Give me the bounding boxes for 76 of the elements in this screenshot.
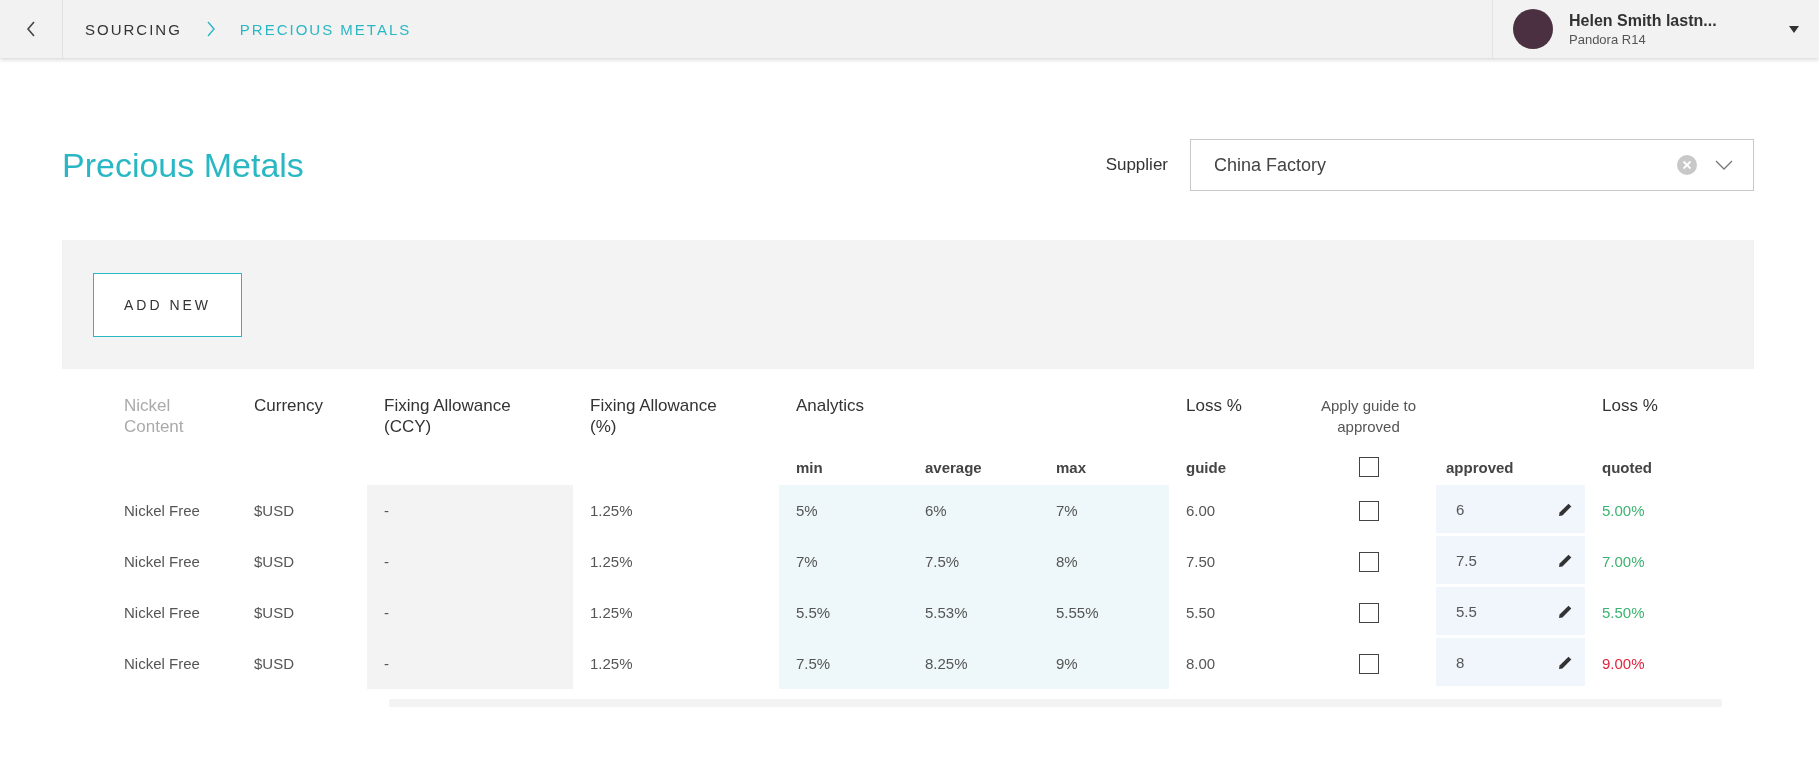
table-cell: 5.53% <box>908 587 1039 638</box>
table-cell: 5% <box>779 485 908 536</box>
column-header: Analytics <box>795 395 866 417</box>
column-header: Loss % <box>1185 395 1243 417</box>
table-cell-text: 1.25% <box>589 552 634 572</box>
column-header: Currency <box>253 395 324 417</box>
quoted-value: 7.00% <box>1602 553 1645 570</box>
table-cell-text: 1.25% <box>589 603 634 623</box>
pencil-icon[interactable] <box>1558 552 1573 568</box>
table-cell: 5.55% <box>1039 587 1169 638</box>
page-title: Precious Metals <box>62 145 304 185</box>
column-subheader: approved <box>1445 457 1515 478</box>
column-subheader: max <box>1055 457 1088 478</box>
chevron-left-icon <box>26 21 36 37</box>
checkbox[interactable] <box>1358 653 1379 674</box>
table-cell: 8.25% <box>908 638 1039 689</box>
table-cell: 7.5% <box>908 536 1039 587</box>
table-cell: 7% <box>1039 485 1169 536</box>
table-cell-text: $USD <box>253 603 295 623</box>
checkbox[interactable] <box>1358 457 1379 477</box>
pencil-icon[interactable] <box>1558 654 1573 670</box>
column-header: Fixing Allowance (%) <box>589 395 718 438</box>
user-menu[interactable]: Helen Smith lastn... Pandora R14 <box>1492 0 1819 58</box>
table-cell-text: $USD <box>253 501 295 521</box>
table-cell-text: 8.00 <box>1185 654 1217 674</box>
table-cell-text: 7.50 <box>1185 552 1217 572</box>
checkbox[interactable] <box>1358 551 1379 572</box>
column-header: Apply guide to approved <box>1319 396 1418 437</box>
table-cell-text: 6.00 <box>1185 501 1217 521</box>
approved-input[interactable]: 5.5 <box>1436 587 1585 635</box>
checkbox[interactable] <box>1358 500 1379 521</box>
pencil-icon[interactable] <box>1558 501 1573 517</box>
avatar <box>1513 9 1553 49</box>
chevron-right-icon <box>205 21 216 37</box>
table-cell: - <box>367 587 573 638</box>
table-cell: - <box>367 536 573 587</box>
table-cell: 7% <box>779 536 908 587</box>
column-subheader: guide <box>1185 457 1227 478</box>
table-cell: 6% <box>908 485 1039 536</box>
table-cell-text: Nickel Free <box>123 552 201 572</box>
breadcrumb-link[interactable]: SOURCING <box>85 20 182 38</box>
table-cell: 8% <box>1039 536 1169 587</box>
chevron-down-icon <box>1715 160 1733 170</box>
table-cell: - <box>367 485 573 536</box>
table-cell: 5.5% <box>779 587 908 638</box>
column-subheader: min <box>795 457 824 478</box>
column-header: Fixing Allowance (CCY) <box>383 395 512 438</box>
checkbox[interactable] <box>1358 602 1379 623</box>
supplier-select[interactable]: China Factory <box>1190 139 1754 191</box>
table-cell-text: $USD <box>253 654 295 674</box>
table-cell-text: 5.50 <box>1185 603 1217 623</box>
approved-input[interactable]: 8 <box>1436 638 1585 686</box>
table-cell-text: 1.25% <box>589 501 634 521</box>
table-cell: 7.5% <box>779 638 908 689</box>
add-new-button[interactable]: ADD NEW <box>93 273 242 337</box>
quoted-value: 9.00% <box>1602 655 1645 672</box>
table-cell: 9% <box>1039 638 1169 689</box>
user-name: Helen Smith lastn... <box>1569 11 1718 30</box>
table-cell-text: Nickel Free <box>123 654 201 674</box>
supplier-label: Supplier <box>1105 155 1168 175</box>
column-header: Nickel Content <box>123 395 185 438</box>
table-cell: - <box>367 638 573 689</box>
pencil-icon[interactable] <box>1558 603 1573 619</box>
user-subtitle: Pandora R14 <box>1569 31 1647 47</box>
column-subheader: quoted <box>1601 457 1653 478</box>
table-cell-text: 1.25% <box>589 654 634 674</box>
quoted-value: 5.50% <box>1602 604 1645 621</box>
table-cell-text: Nickel Free <box>123 603 201 623</box>
approved-input[interactable]: 6 <box>1436 485 1585 533</box>
quoted-value: 5.00% <box>1602 502 1645 519</box>
approved-input[interactable]: 7.5 <box>1436 536 1585 584</box>
table-cell-text: $USD <box>253 552 295 572</box>
table-cell-text: Nickel Free <box>123 501 201 521</box>
column-subheader: average <box>924 457 983 478</box>
caret-down-icon <box>1789 25 1799 33</box>
column-header: Loss % <box>1601 395 1659 417</box>
